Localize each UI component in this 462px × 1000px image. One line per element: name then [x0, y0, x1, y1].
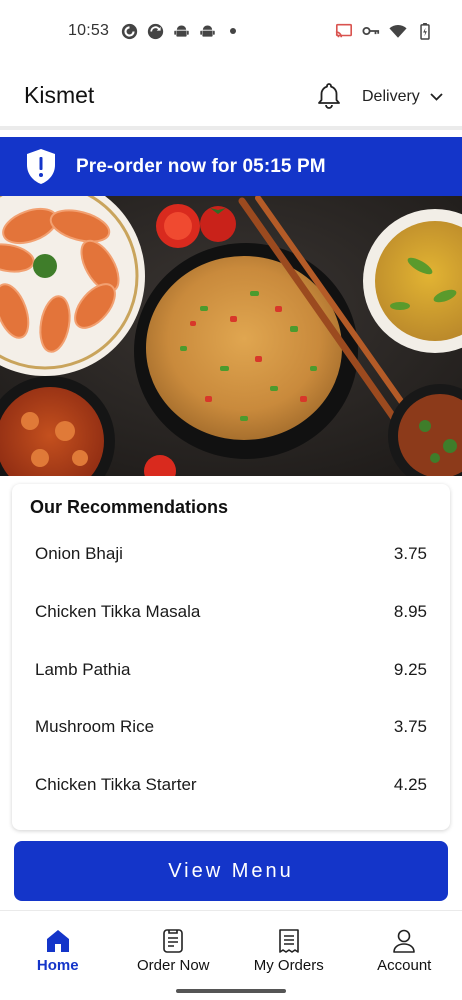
person-icon [391, 928, 417, 954]
item-name: Chicken Tikka Starter [35, 775, 197, 794]
item-name: Lamb Pathia [35, 660, 131, 679]
nav-order-now[interactable]: Order Now [116, 911, 232, 981]
home-icon [45, 928, 71, 954]
item-name: Chicken Tikka Masala [35, 602, 201, 621]
status-system-icons [335, 22, 434, 40]
recommendation-item[interactable]: Mushroom Rice 3.75 [12, 707, 450, 747]
recommendations-card: Our Recommendations Onion Bhaji 3.75 Chi… [12, 484, 450, 830]
cast-icon [335, 22, 353, 40]
sync-icon [146, 22, 164, 40]
preorder-text: Pre-order now for 05:15 PM [76, 156, 326, 177]
recommendation-item[interactable]: Chicken Tikka Masala 8.95 [12, 592, 450, 632]
pocket-casts-icon [120, 22, 138, 40]
status-bar: 10:53 [0, 0, 462, 62]
delivery-mode-label: Delivery [362, 88, 420, 105]
android-icon [172, 22, 190, 40]
notification-bell-icon[interactable] [314, 80, 344, 110]
preorder-banner: Pre-order now for 05:15 PM [0, 137, 462, 196]
dot-icon [224, 22, 242, 40]
battery-icon [416, 22, 434, 40]
recommendation-item[interactable]: Chicken Tikka Starter 4.25 [12, 765, 450, 805]
nav-label: Order Now [136, 957, 210, 974]
item-price: 3.75 [393, 544, 427, 563]
recommendation-item[interactable]: Lamb Pathia 9.25 [12, 650, 450, 690]
nav-account[interactable]: Account [347, 911, 462, 981]
nav-home[interactable]: Home [0, 911, 116, 981]
nav-my-orders[interactable]: My Orders [231, 911, 347, 981]
nav-label: Home [36, 957, 79, 974]
bottom-navigation: Home Order Now My Orders Account [0, 910, 462, 980]
recommendations-title: Our Recommendations [30, 497, 229, 517]
vpn-key-icon [362, 22, 380, 40]
hero-food-image [0, 196, 462, 476]
wifi-icon [389, 22, 407, 40]
chevron-down-icon [430, 88, 443, 106]
item-name: Onion Bhaji [35, 544, 123, 563]
nav-label: My Orders [253, 957, 324, 974]
android-icon [198, 22, 216, 40]
restaurant-name: Kismet [24, 82, 95, 108]
receipt-icon [276, 928, 302, 954]
home-gesture-bar[interactable] [176, 989, 286, 993]
item-price: 4.25 [393, 775, 427, 794]
status-notification-icons [120, 22, 242, 40]
order-doc-icon [160, 928, 186, 954]
item-name: Mushroom Rice [35, 717, 155, 736]
view-menu-button[interactable]: View Menu [14, 841, 448, 901]
app-header: Kismet Delivery [0, 62, 462, 130]
shield-alert-icon [25, 148, 57, 185]
item-price: 9.25 [393, 660, 427, 679]
item-price: 3.75 [393, 717, 427, 736]
delivery-mode-dropdown[interactable]: Delivery [362, 88, 443, 106]
item-price: 8.95 [393, 602, 427, 621]
recommendation-item[interactable]: Onion Bhaji 3.75 [12, 534, 450, 574]
status-time: 10:53 [68, 22, 110, 39]
nav-label: Account [377, 957, 432, 974]
